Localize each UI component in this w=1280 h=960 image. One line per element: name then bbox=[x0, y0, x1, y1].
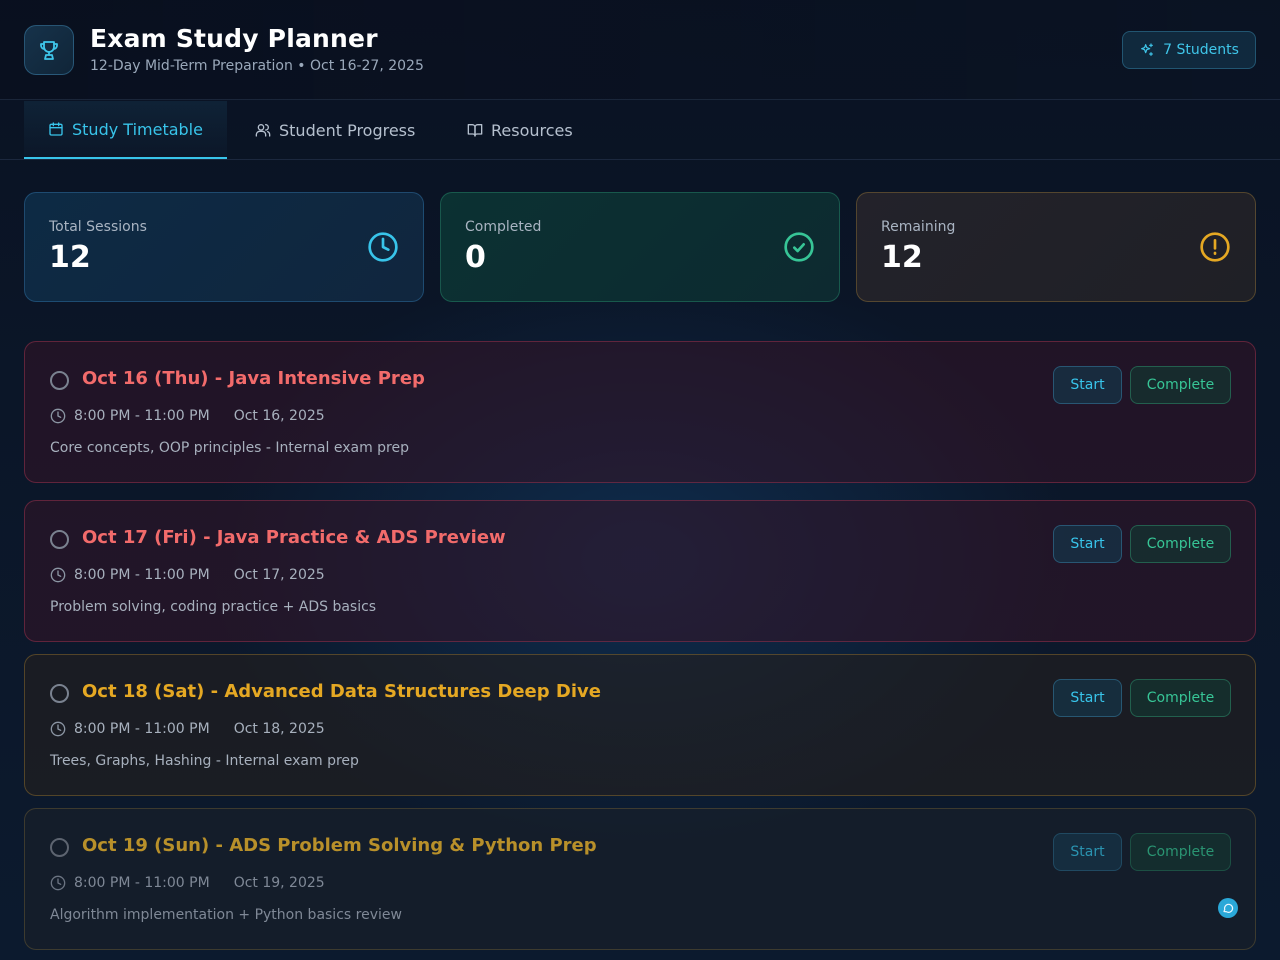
start-button[interactable]: Start bbox=[1053, 679, 1122, 717]
complete-button[interactable]: Complete bbox=[1130, 366, 1231, 404]
check-circle-icon bbox=[784, 232, 814, 262]
clock-icon bbox=[368, 232, 398, 262]
alert-circle-icon bbox=[1200, 232, 1230, 262]
session-title: Oct 16 (Thu) - Java Intensive Prep bbox=[82, 368, 425, 389]
clock-icon bbox=[50, 567, 66, 583]
session-meta: 8:00 PM - 11:00 PM Oct 18, 2025 bbox=[50, 721, 325, 737]
session-date: Oct 17, 2025 bbox=[233, 567, 325, 583]
session-date: Oct 16, 2025 bbox=[233, 408, 325, 424]
session-card: Oct 18 (Sat) - Advanced Data Structures … bbox=[24, 654, 1256, 796]
stat-card-total-sessions: Total Sessions 12 bbox=[24, 192, 424, 302]
session-card: Oct 19 (Sun) - ADS Problem Solving & Pyt… bbox=[24, 808, 1256, 950]
session-card: Oct 17 (Fri) - Java Practice & ADS Previ… bbox=[24, 500, 1256, 642]
trophy-icon bbox=[24, 25, 74, 75]
stat-card-completed: Completed 0 bbox=[440, 192, 840, 302]
complete-button[interactable]: Complete bbox=[1130, 525, 1231, 563]
start-button[interactable]: Start bbox=[1053, 366, 1122, 404]
students-badge-label: 7 Students bbox=[1163, 42, 1239, 58]
session-title: Oct 17 (Fri) - Java Practice & ADS Previ… bbox=[82, 527, 506, 548]
clock-icon bbox=[50, 875, 66, 891]
users-icon bbox=[255, 124, 271, 137]
stat-value: 12 bbox=[881, 240, 923, 275]
session-description: Core concepts, OOP principles - Internal… bbox=[50, 440, 409, 456]
students-badge[interactable]: 7 Students bbox=[1122, 31, 1256, 69]
session-checkbox[interactable] bbox=[50, 530, 69, 549]
stat-value: 12 bbox=[49, 240, 91, 275]
session-date: Oct 18, 2025 bbox=[233, 721, 325, 737]
tab-label: Resources bbox=[491, 120, 573, 140]
tab-study-timetable[interactable]: Study Timetable bbox=[24, 101, 227, 159]
clock-icon bbox=[50, 721, 66, 737]
session-time: 8:00 PM - 11:00 PM bbox=[74, 721, 210, 737]
complete-button[interactable]: Complete bbox=[1130, 679, 1231, 717]
sparkles-icon bbox=[1141, 43, 1154, 56]
session-meta: 8:00 PM - 11:00 PM Oct 17, 2025 bbox=[50, 567, 325, 583]
session-checkbox[interactable] bbox=[50, 838, 69, 857]
session-meta: 8:00 PM - 11:00 PM Oct 16, 2025 bbox=[50, 408, 325, 424]
stat-label: Total Sessions bbox=[49, 219, 147, 235]
calendar-icon bbox=[49, 122, 63, 136]
stat-label: Completed bbox=[465, 219, 542, 235]
stat-card-remaining: Remaining 12 bbox=[856, 192, 1256, 302]
session-time: 8:00 PM - 11:00 PM bbox=[74, 875, 210, 891]
book-icon bbox=[467, 124, 483, 137]
tab-label: Student Progress bbox=[279, 120, 416, 140]
session-time: 8:00 PM - 11:00 PM bbox=[74, 567, 210, 583]
tab-label: Study Timetable bbox=[72, 119, 203, 139]
chat-bubble-icon[interactable] bbox=[1218, 898, 1238, 918]
start-button[interactable]: Start bbox=[1053, 525, 1122, 563]
session-card: Oct 16 (Thu) - Java Intensive Prep 8:00 … bbox=[24, 341, 1256, 483]
session-time: 8:00 PM - 11:00 PM bbox=[74, 408, 210, 424]
session-date: Oct 19, 2025 bbox=[233, 875, 325, 891]
session-meta: 8:00 PM - 11:00 PM Oct 19, 2025 bbox=[50, 875, 325, 891]
app-header: Exam Study Planner 12-Day Mid-Term Prepa… bbox=[0, 0, 1280, 100]
session-description: Algorithm implementation + Python basics… bbox=[50, 907, 402, 923]
start-button[interactable]: Start bbox=[1053, 833, 1122, 871]
session-checkbox[interactable] bbox=[50, 684, 69, 703]
page-title: Exam Study Planner bbox=[90, 24, 378, 53]
tab-bar: Study Timetable Student Progress Resourc… bbox=[0, 101, 1280, 160]
tab-resources[interactable]: Resources bbox=[467, 101, 573, 159]
stat-value: 0 bbox=[465, 240, 486, 275]
tab-student-progress[interactable]: Student Progress bbox=[255, 101, 415, 159]
session-title: Oct 18 (Sat) - Advanced Data Structures … bbox=[82, 681, 601, 702]
session-checkbox[interactable] bbox=[50, 371, 69, 390]
stat-label: Remaining bbox=[881, 219, 956, 235]
page-subtitle: 12-Day Mid-Term Preparation • Oct 16-27,… bbox=[90, 58, 424, 74]
session-description: Problem solving, coding practice + ADS b… bbox=[50, 599, 377, 615]
session-title: Oct 19 (Sun) - ADS Problem Solving & Pyt… bbox=[82, 835, 597, 856]
session-description: Trees, Graphs, Hashing - Internal exam p… bbox=[50, 753, 359, 769]
clock-icon bbox=[50, 408, 66, 424]
complete-button[interactable]: Complete bbox=[1130, 833, 1231, 871]
